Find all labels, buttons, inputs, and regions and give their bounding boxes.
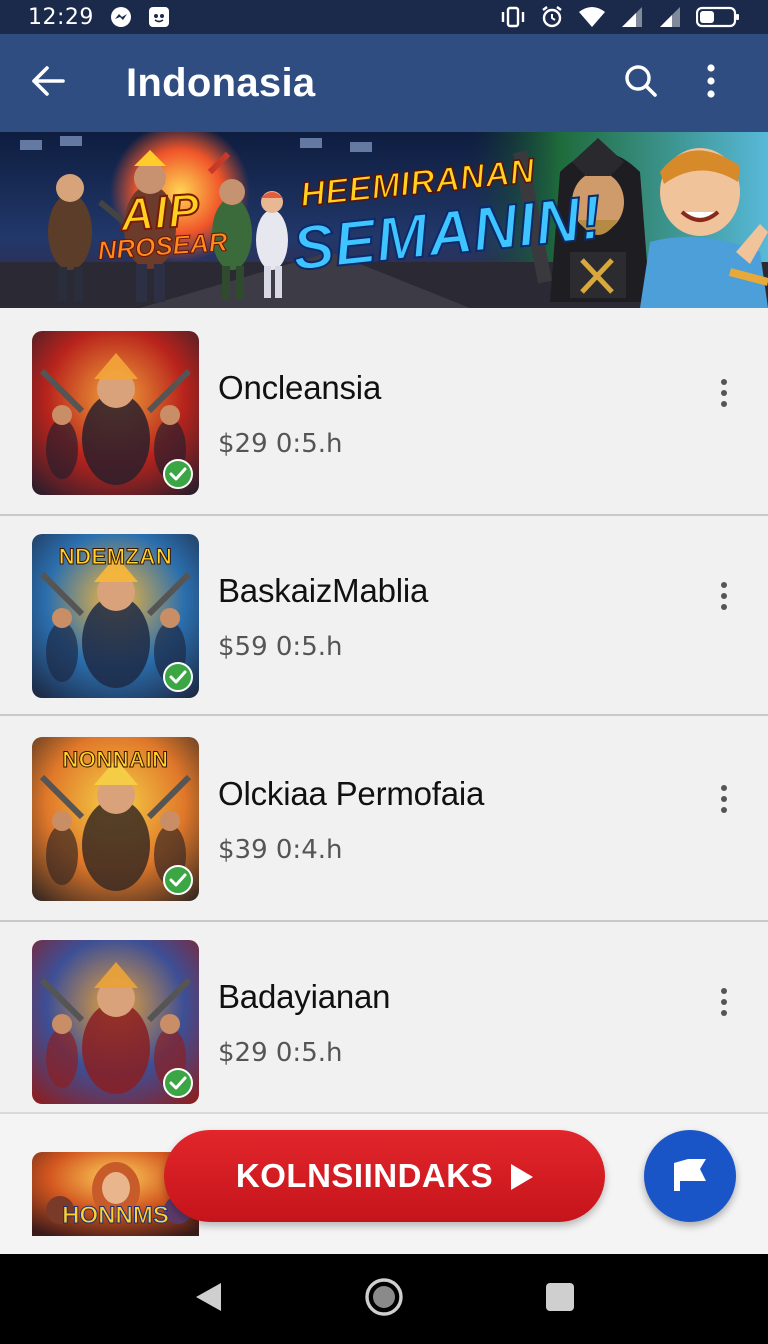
game-thumbnail	[32, 331, 199, 495]
check-icon	[163, 865, 193, 895]
nav-recents-icon	[545, 1282, 575, 1317]
item-more-button[interactable]	[704, 576, 744, 616]
status-time: 12:29	[28, 4, 94, 30]
app-bar: Indonasia	[0, 34, 768, 132]
fab-button[interactable]	[644, 1130, 736, 1222]
status-bar: 12:29	[0, 0, 768, 34]
screen: 12:29 Indonasia AIP NROSEAR HEEMIRANAN S…	[0, 0, 768, 1344]
list-item[interactable]: Badayianan $29 0:5.h	[0, 922, 768, 1122]
game-thumbnail: NONNAIN	[32, 737, 199, 901]
game-subtitle: $29 0:5.h	[218, 1038, 343, 1068]
notification-app-icon	[148, 6, 170, 28]
nav-home-icon	[364, 1277, 404, 1322]
signal-icon	[620, 6, 644, 28]
peek-thumb-caption: HONNMS	[62, 1202, 170, 1230]
check-icon	[163, 662, 193, 692]
wifi-icon	[578, 6, 606, 28]
list-item[interactable]: NONNAIN Olckiaa Permofaia $39 0:4.h	[0, 716, 768, 922]
game-title: BaskaizMablia	[218, 572, 429, 609]
banner-small-logo: AIP NROSEAR	[94, 182, 229, 266]
check-icon	[163, 1068, 193, 1098]
nav-recents-button[interactable]	[530, 1269, 590, 1329]
thumbnail-caption: NDEMZAN	[58, 544, 173, 570]
list-item[interactable]: Oncleansia $29 0:5.h	[0, 310, 768, 516]
banner-logo-subtext: NROSEAR	[96, 226, 229, 266]
game-subtitle: $39 0:4.h	[218, 835, 343, 865]
search-icon	[624, 64, 658, 103]
search-button[interactable]	[606, 48, 676, 118]
system-nav-bar	[0, 1254, 768, 1344]
back-button[interactable]	[0, 34, 96, 132]
alarm-icon	[540, 5, 564, 29]
check-icon	[163, 459, 193, 489]
battery-icon	[696, 6, 740, 28]
overflow-menu-button[interactable]	[676, 48, 746, 118]
game-subtitle: $29 0:5.h	[218, 429, 343, 459]
nav-home-button[interactable]	[354, 1269, 414, 1329]
nav-back-icon	[193, 1281, 223, 1318]
list-item[interactable]: NDEMZAN BaskaizMablia $59 0:5.h	[0, 516, 768, 716]
play-icon	[511, 1164, 534, 1190]
more-vert-icon	[706, 63, 716, 103]
cta-label: KOLNSIINDAKS	[235, 1157, 494, 1194]
game-thumbnail: NDEMZAN	[32, 534, 199, 698]
cta-button[interactable]: KOLNSIINDAKS	[164, 1130, 605, 1222]
signal-icon-2	[658, 6, 682, 28]
promo-banner[interactable]: AIP NROSEAR HEEMIRANAN SEMANIN!	[0, 132, 768, 308]
game-title: Olckiaa Permofaia	[218, 775, 485, 812]
arrow-back-icon	[31, 65, 65, 102]
item-more-button[interactable]	[704, 373, 744, 413]
page-title: Indonasia	[126, 60, 316, 105]
item-more-button[interactable]	[704, 779, 744, 819]
thumbnail-caption: NONNAIN	[62, 747, 169, 773]
nav-back-button[interactable]	[178, 1269, 238, 1329]
vibrate-icon	[500, 6, 526, 28]
game-title: Badayianan	[218, 978, 391, 1015]
game-title: Oncleansia	[218, 369, 382, 406]
item-more-button[interactable]	[704, 982, 744, 1022]
flag-icon	[670, 1155, 710, 1198]
game-thumbnail	[32, 940, 199, 1104]
messenger-icon	[110, 6, 132, 28]
game-subtitle: $59 0:5.h	[218, 632, 343, 662]
